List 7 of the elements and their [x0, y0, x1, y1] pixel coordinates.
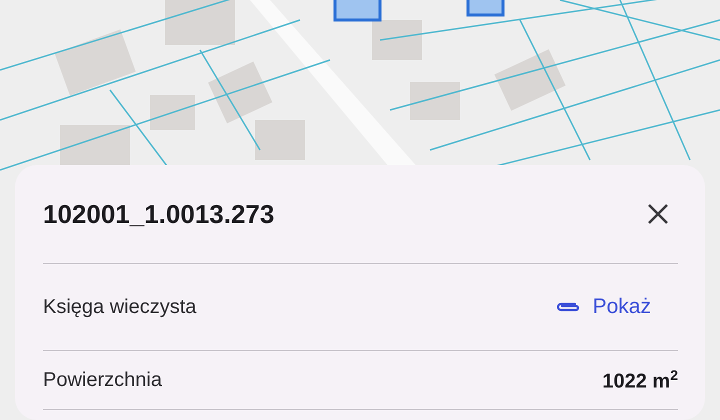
show-link[interactable]: Pokaż	[554, 295, 651, 319]
paperclip-icon	[554, 300, 581, 314]
parcel-title: 102001_1.0013.273	[43, 198, 274, 230]
area-value: 1022 m$^{2}$	[602, 366, 678, 394]
close-icon[interactable]	[646, 202, 670, 226]
field-label: Księga wieczysta	[43, 296, 196, 318]
field-label: Powierzchnia	[43, 368, 162, 392]
